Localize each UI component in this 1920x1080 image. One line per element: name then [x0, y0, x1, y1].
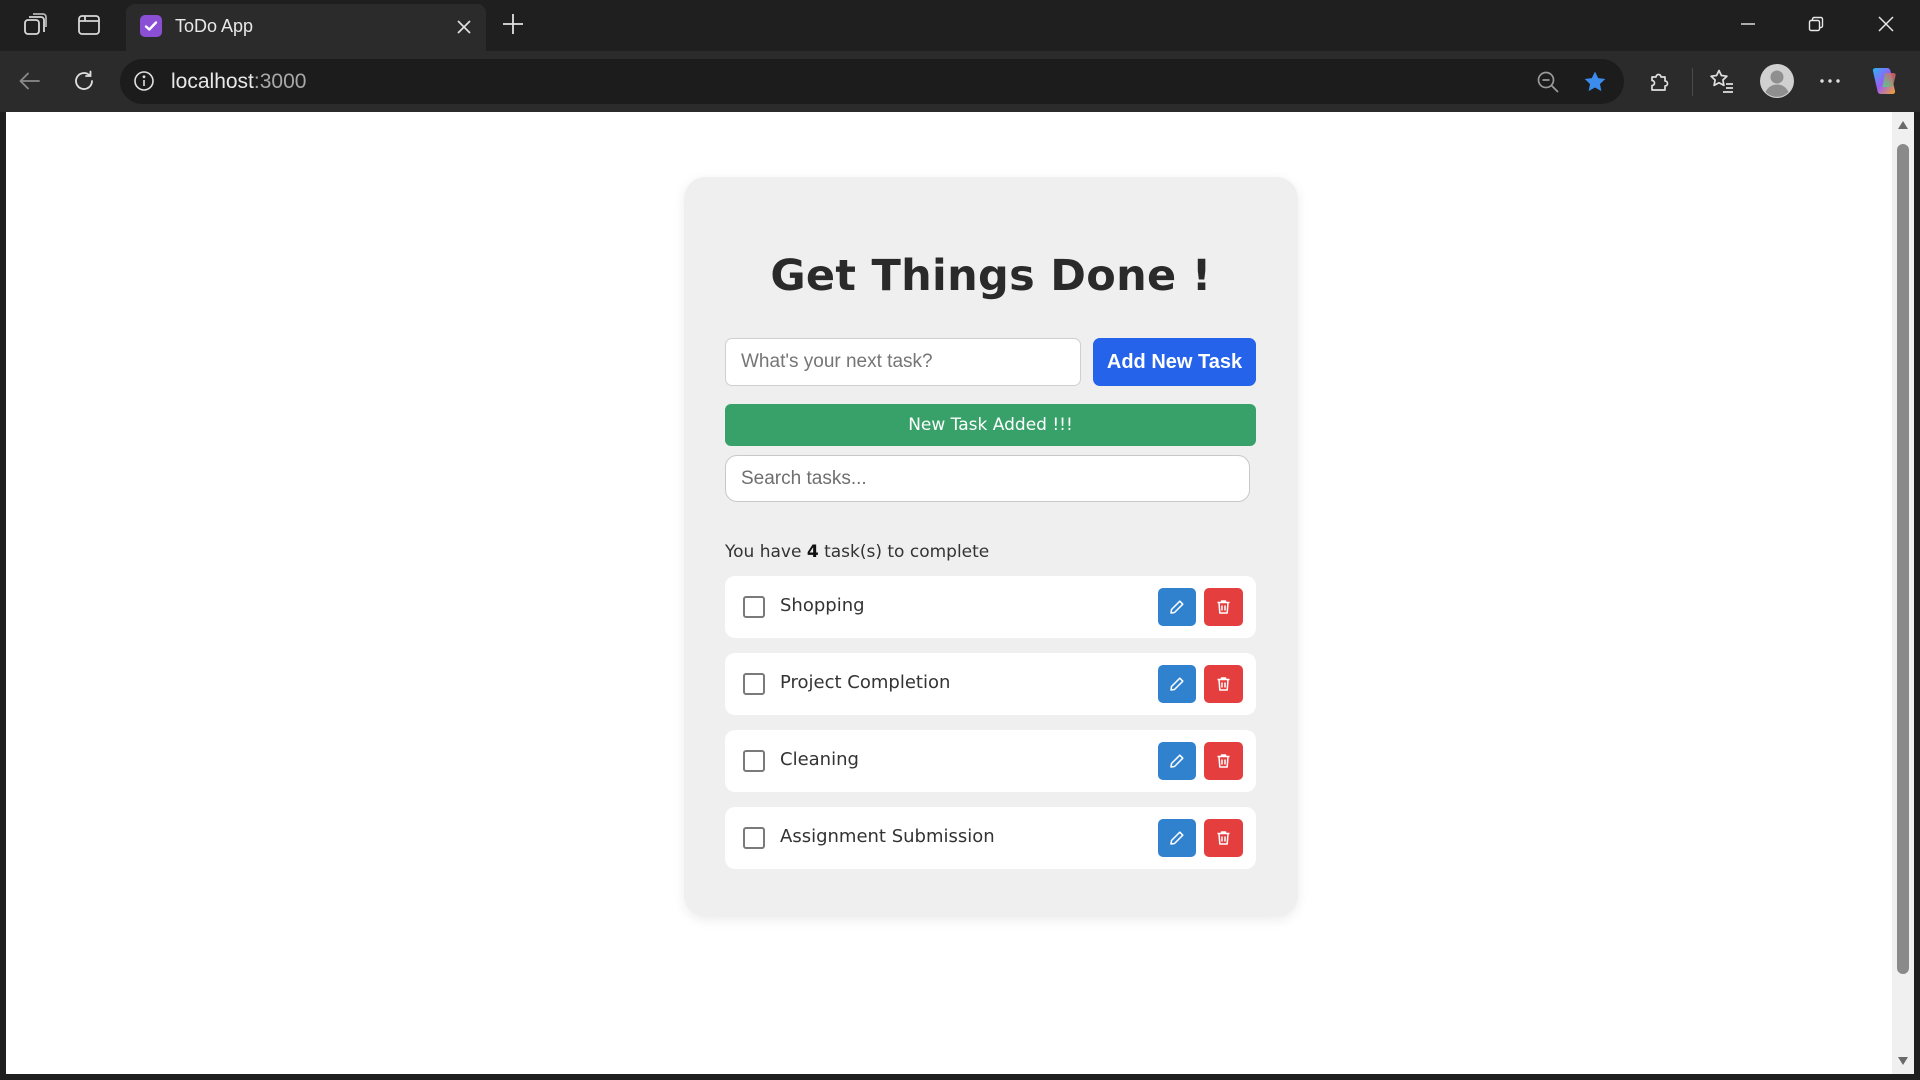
add-task-button[interactable]: Add New Task [1093, 338, 1256, 386]
todo-card: Get Things Done ! Add New Task New Task … [684, 177, 1298, 917]
task-checkbox[interactable] [743, 673, 765, 695]
edit-task-button[interactable] [1158, 665, 1196, 703]
new-task-input[interactable] [725, 338, 1081, 386]
scrollbar-thumb[interactable] [1897, 144, 1909, 974]
trash-icon [1217, 600, 1230, 614]
browser-titlebar: ToDo App [0, 0, 1920, 51]
task-checkbox[interactable] [743, 750, 765, 772]
task-label: Shopping [780, 595, 865, 616]
tab-title: ToDo App [175, 16, 254, 36]
page-viewport: Get Things Done ! Add New Task New Task … [6, 112, 1892, 1074]
task-item: Cleaning [725, 730, 1256, 792]
browser-tab[interactable]: ToDo App [126, 4, 486, 51]
summary-prefix: You have [725, 542, 807, 562]
task-item: Assignment Submission [725, 807, 1256, 869]
trash-icon [1217, 831, 1230, 845]
favorites-icon[interactable] [1704, 63, 1740, 99]
copilot-icon[interactable] [1866, 63, 1902, 99]
task-summary: You have 4 task(s) to complete [725, 542, 989, 562]
delete-task-button[interactable] [1204, 819, 1243, 857]
task-added-notice: New Task Added !!! [725, 404, 1256, 446]
pencil-icon [1170, 677, 1184, 691]
task-label: Cleaning [780, 749, 859, 770]
close-window-icon[interactable] [1852, 0, 1920, 48]
address-port: :3000 [253, 70, 307, 93]
edit-task-button[interactable] [1158, 742, 1196, 780]
workspaces-icon[interactable] [18, 10, 52, 40]
task-label: Project Completion [780, 672, 951, 693]
delete-task-button[interactable] [1204, 588, 1243, 626]
scroll-up-arrow-icon[interactable] [1896, 118, 1910, 132]
zoom-out-icon[interactable] [1534, 68, 1562, 96]
trash-icon [1217, 754, 1230, 768]
favorite-star-icon[interactable] [1580, 67, 1610, 97]
page-scrollbar[interactable] [1892, 112, 1914, 1074]
delete-task-button[interactable] [1204, 665, 1243, 703]
extensions-icon[interactable] [1642, 63, 1678, 99]
minimize-icon[interactable] [1714, 0, 1782, 48]
task-item: Project Completion [725, 653, 1256, 715]
refresh-icon[interactable] [66, 63, 102, 99]
task-label: Assignment Submission [780, 826, 995, 847]
plus-icon[interactable] [498, 9, 528, 39]
trash-icon [1217, 677, 1230, 691]
tab-actions-icon[interactable] [72, 10, 106, 40]
pencil-icon [1170, 600, 1184, 614]
browser-toolbar: localhost:3000 [0, 51, 1920, 112]
summary-suffix: task(s) to complete [818, 542, 990, 562]
address-host: localhost [171, 70, 254, 93]
task-count: 4 [806, 542, 819, 562]
toolbar-separator [1692, 68, 1693, 96]
page-title: Get Things Done ! [770, 251, 1212, 301]
task-checkbox[interactable] [743, 827, 765, 849]
task-list: Shopping Project Completion Cleaning Ass… [725, 576, 1256, 884]
address-bar[interactable]: localhost:3000 [120, 59, 1624, 104]
scroll-down-arrow-icon[interactable] [1896, 1054, 1910, 1068]
task-checkbox[interactable] [743, 596, 765, 618]
edit-task-button[interactable] [1158, 588, 1196, 626]
pencil-icon [1170, 754, 1184, 768]
more-icon[interactable] [1812, 63, 1848, 99]
back-icon[interactable] [12, 63, 48, 99]
edit-task-button[interactable] [1158, 819, 1196, 857]
restore-icon[interactable] [1782, 0, 1850, 48]
delete-task-button[interactable] [1204, 742, 1243, 780]
info-icon[interactable] [132, 69, 156, 93]
search-input[interactable] [725, 455, 1250, 502]
profile-icon[interactable] [1757, 61, 1797, 101]
address-text[interactable]: localhost:3000 [171, 70, 306, 94]
window-bottom-border [0, 1074, 1920, 1080]
task-item: Shopping [725, 576, 1256, 638]
close-icon[interactable] [450, 13, 478, 41]
pencil-icon [1170, 831, 1184, 845]
todo-favicon-icon [140, 15, 162, 37]
